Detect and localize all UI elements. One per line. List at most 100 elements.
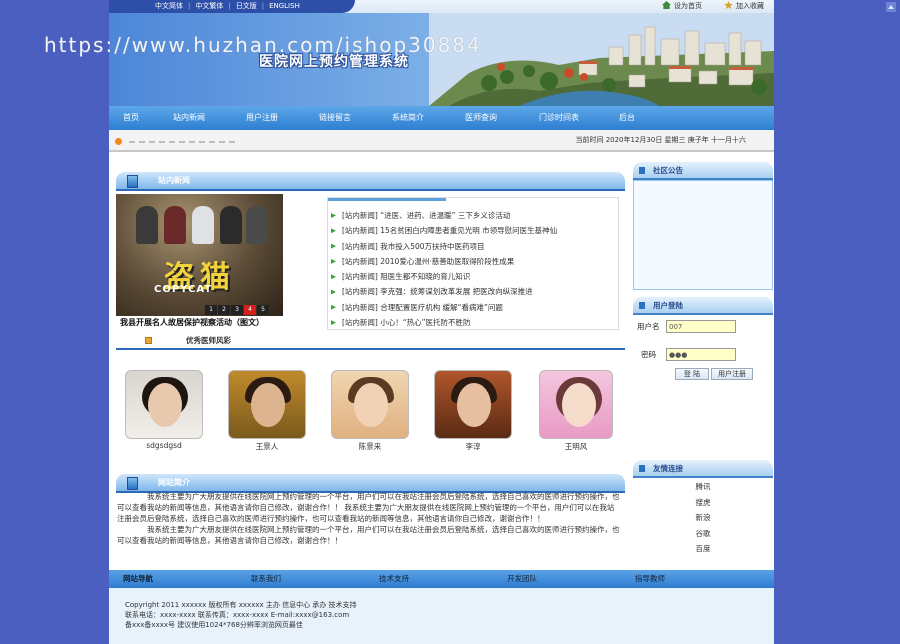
main-nav: 首页 站内新闻 用户注册 链接留言 系统简介 医师查询 门诊时间表 后台 xyxy=(109,106,774,130)
news-item[interactable]: [站内新闻] 小心！“热心”医托防不胜防 xyxy=(331,315,557,330)
username-input[interactable] xyxy=(666,320,736,333)
footer-contact: 联系电话：xxxx-xxxx 联系传真：xxxx-xxxx E-mail:xxx… xyxy=(125,611,350,619)
bullet-icon xyxy=(331,320,336,326)
divider xyxy=(129,141,239,143)
footer-nav-advisor[interactable]: 指导教师 xyxy=(635,570,715,588)
top-bar: 中文简体 | 中文繁体 | 日文版 | ENGLISH 设为首页 加入收藏 xyxy=(109,0,774,13)
register-button[interactable]: 用户注册 xyxy=(711,368,753,380)
friend-link[interactable]: 搜虎 xyxy=(633,495,773,511)
username-row: 用户名 xyxy=(637,320,736,334)
slide-page-2[interactable]: 2 xyxy=(218,305,230,315)
scroll-up-arrow-icon[interactable] xyxy=(886,2,896,12)
set-homepage-link[interactable]: 设为首页 xyxy=(674,2,702,10)
bullet-icon xyxy=(331,304,336,310)
nav-site-news[interactable]: 站内新闻 xyxy=(153,106,225,130)
header-banner: 医院网上预约管理系统 xyxy=(109,13,774,106)
footer-nav-team[interactable]: 开发团队 xyxy=(507,570,635,588)
doctor-name[interactable]: 王景人 xyxy=(227,441,307,452)
doctor-name[interactable]: sdgsdgsd xyxy=(124,441,204,450)
footer-copyright: Copyright 2011 xxxxxx 版权所有 xxxxxx 主办 信息中… xyxy=(125,601,357,609)
footer-nav-contact[interactable]: 联系我们 xyxy=(251,570,379,588)
nav-guestbook[interactable]: 链接留言 xyxy=(299,106,371,130)
add-favorite-link[interactable]: 加入收藏 xyxy=(736,2,764,10)
doctor-photo[interactable] xyxy=(228,370,306,439)
news-list-box: [站内新闻] “进医、进药、进温暖” 三下乡义诊活动 [站内新闻] 15名贫困白… xyxy=(327,197,619,330)
nav-system-intro[interactable]: 系统简介 xyxy=(371,106,445,130)
doctor-name[interactable]: 陈景来 xyxy=(330,441,410,452)
doctors-tab-label[interactable]: 优秀医师风彩 xyxy=(186,334,231,348)
news-item[interactable]: [站内新闻] 15名贫困白内障患者重见光明 市领导慰问医生基神仙 xyxy=(331,223,557,238)
nav-home[interactable]: 首页 xyxy=(109,106,153,130)
slide-page-1[interactable]: 1 xyxy=(205,305,217,315)
bullet-icon xyxy=(115,138,122,145)
news-section-title: 站内新闻 xyxy=(158,176,190,185)
intro-icon xyxy=(127,477,138,490)
current-date: 当前时间 2020年12月30日 星期三 庚子年 十一月十六 xyxy=(575,136,746,144)
news-list: [站内新闻] “进医、进药、进温暖” 三下乡义诊活动 [站内新闻] 15名贫困白… xyxy=(331,208,557,330)
news-slideshow-image[interactable]: 盗猫 COPYCAT xyxy=(116,194,283,316)
bullet-icon xyxy=(331,274,336,280)
footer: Copyright 2011 xxxxxx 版权所有 xxxxxx 主办 信息中… xyxy=(109,588,774,644)
doctor-card[interactable]: 陈景来 xyxy=(330,370,410,452)
bullet-icon xyxy=(331,228,336,234)
doctor-name[interactable]: 李淳 xyxy=(433,441,513,452)
doctor-photo[interactable] xyxy=(331,370,409,439)
notice-title: 社区公告 xyxy=(653,166,683,175)
news-item[interactable]: [站内新闻] 2010爱心温州·慈善助医取得阶段性成果 xyxy=(331,254,557,269)
intro-section-title: 网站简介 xyxy=(158,478,190,487)
intro-text: 我系统主要为广大朋友提供在线医院网上预约管理的一个平台，用户们可以在我站注册会员… xyxy=(117,491,621,546)
star-icon xyxy=(724,1,733,9)
doctor-card[interactable]: sdgsdgsd xyxy=(124,370,204,450)
lang-link-english[interactable]: ENGLISH xyxy=(269,2,300,10)
doctor-card[interactable]: 李淳 xyxy=(433,370,513,452)
login-button[interactable]: 登 陆 xyxy=(675,368,709,380)
nav-admin[interactable]: 后台 xyxy=(601,106,653,130)
slideshow-sub-text: COPYCAT xyxy=(154,284,213,295)
footer-icp: 备xxx备xxxx号 建议使用1024*768分辨率浏览网页最佳 xyxy=(125,621,303,629)
lang-link-traditional[interactable]: 中文繁体 xyxy=(195,2,223,10)
doctor-name[interactable]: 王明风 xyxy=(536,441,616,452)
doctor-photo[interactable] xyxy=(434,370,512,439)
doctors-tab: 优秀医师风彩 xyxy=(116,334,625,350)
doctor-photo[interactable] xyxy=(125,370,203,439)
lang-link-simplified[interactable]: 中文简体 xyxy=(155,2,183,10)
bullet-icon xyxy=(331,289,336,295)
slide-page-3[interactable]: 3 xyxy=(231,305,243,315)
password-input[interactable] xyxy=(666,348,736,361)
news-item[interactable]: [站内新闻] “进医、进药、进温暖” 三下乡义诊活动 xyxy=(331,208,557,223)
watermark-text: https://www.huzhan.com/ishop30884 xyxy=(44,33,482,57)
page-container: 中文简体 | 中文繁体 | 日文版 | ENGLISH 设为首页 加入收藏 医院… xyxy=(109,0,774,644)
lang-link-japanese[interactable]: 日文版 xyxy=(236,2,257,10)
news-item[interactable]: [站内新闻] 李克强：统筹谋划改革发展 把医改向纵深推进 xyxy=(331,284,557,299)
info-bar: 当前时间 2020年12月30日 星期三 庚子年 十一月十六 xyxy=(109,130,774,152)
notice-icon xyxy=(639,167,645,174)
friend-link[interactable]: 腾讯 xyxy=(633,479,773,495)
friend-links-list: 腾讯 搜虎 新浪 谷歌 百度 xyxy=(633,479,773,557)
news-item[interactable]: [站内新闻] 阻医生都不知晓的育儿知识 xyxy=(331,269,557,284)
friend-link[interactable]: 新浪 xyxy=(633,510,773,526)
login-icon xyxy=(639,302,645,309)
friend-link[interactable]: 百度 xyxy=(633,541,773,557)
password-label: 密码 xyxy=(641,350,656,359)
slideshow-caption[interactable]: 我县开展名人故居保护视察活动（图文） xyxy=(120,317,290,328)
news-item[interactable]: [站内新闻] 我市投入500万扶持中医药项目 xyxy=(331,239,557,254)
links-title: 友情连接 xyxy=(653,464,683,473)
footer-nav: 网站导航 联系我们 技术支持 开发团队 指导教师 xyxy=(109,570,774,588)
intro-paragraph: 我系统主要为广大朋友提供在线医院网上预约管理的一个平台，用户们可以在我站注册会员… xyxy=(117,525,620,545)
nav-clinic-schedule[interactable]: 门诊时间表 xyxy=(517,106,601,130)
news-item[interactable]: [站内新闻] 合理配置医疗机构 缓解“看病难”问题 xyxy=(331,300,557,315)
doctor-gallery: sdgsdgsd 王景人 陈景来 李淳 王明风 xyxy=(116,370,625,452)
footer-nav-sitemap[interactable]: 网站导航 xyxy=(123,570,251,588)
divider xyxy=(116,348,625,350)
nav-user-register[interactable]: 用户注册 xyxy=(225,106,299,130)
doctor-card[interactable]: 王明风 xyxy=(536,370,616,452)
doctor-photo[interactable] xyxy=(539,370,613,439)
footer-nav-support[interactable]: 技术支持 xyxy=(379,570,507,588)
login-header: 用户登陆 xyxy=(633,297,773,315)
slide-page-4[interactable]: 4 xyxy=(244,305,256,315)
nav-doctor-search[interactable]: 医师查询 xyxy=(445,106,517,130)
doctor-card[interactable]: 王景人 xyxy=(227,370,307,452)
slide-page-5[interactable]: 5 xyxy=(257,305,269,315)
friend-link[interactable]: 谷歌 xyxy=(633,526,773,542)
bullet-icon xyxy=(331,258,336,264)
